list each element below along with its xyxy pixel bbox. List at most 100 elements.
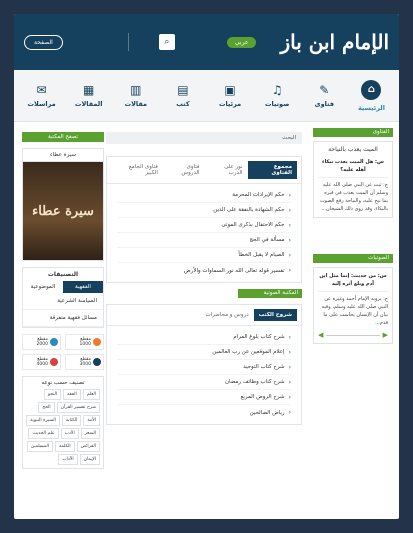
- tag-item[interactable]: الفقه: [63, 389, 81, 400]
- tag-item[interactable]: السيرة النبوية: [26, 415, 60, 426]
- chevron-left-icon: ‹: [288, 206, 291, 214]
- list-item-label: الصيام لا يقبل الخطأ: [238, 252, 285, 258]
- fatwa-section-bar: الفتاوى: [313, 128, 393, 137]
- fatwa-answer: ج: ثبت عن النبي صلى الله عليه وسلم أن ال…: [320, 182, 388, 212]
- audio-card[interactable]: س: من حديث: إنما مثل ابن آدم وبلغ أثره إ…: [313, 267, 393, 344]
- tag-item[interactable]: الآداب: [58, 454, 78, 465]
- lessons-panel: شروح الكتب دروس و محاضرات ‹ شرح كتاب بلوغ …: [106, 304, 302, 425]
- chevron-left-icon: ‹: [288, 393, 291, 401]
- header-divider: [127, 33, 129, 51]
- fatwa-list: ‹ حكم الإيرادات المحرمة ‹ حكم الشهادة بالنف…: [107, 184, 301, 282]
- list-item[interactable]: ‹ حكم الشهادة بالنفقة على الدين: [117, 203, 291, 218]
- nav-item-6[interactable]: ▦ المقالات: [71, 84, 107, 108]
- tag-item[interactable]: النحو: [43, 389, 62, 400]
- stat-item: مقطع 1000: [65, 334, 104, 350]
- stat-label: مقطع 4000: [36, 357, 48, 367]
- list-item[interactable]: ‹ شرح كتاب وظائف رمضان: [117, 375, 291, 390]
- breadcrumb: البحث: [106, 132, 302, 144]
- tag-item[interactable]: علم الحديث: [28, 428, 59, 439]
- article-icon: ▥: [130, 82, 142, 97]
- language-selector[interactable]: عربي: [226, 36, 257, 48]
- list-item-label: تفسير قوله تعالى الله نور السماوات والأر…: [184, 267, 285, 274]
- stat-icon: [93, 338, 101, 346]
- fatwa-title[interactable]: الميت يعذب بالنياحة: [318, 146, 388, 154]
- chevron-left-icon: ‹: [288, 191, 291, 199]
- nav-item-3[interactable]: ▣ مرئيات: [212, 84, 248, 108]
- nav-item-label: الرئيسية: [357, 103, 385, 112]
- book-icon: ▤: [177, 82, 189, 97]
- tag-item[interactable]: الأمة: [83, 415, 100, 426]
- tag-item[interactable]: الإيمان: [79, 454, 100, 465]
- categories-box: التصنيفات الفقهية الموضوعية السياسة الشرع…: [22, 267, 104, 328]
- tag-item[interactable]: الحج: [38, 402, 55, 413]
- nav-item-label: كتب: [176, 99, 190, 108]
- list-item[interactable]: ‹ شرح كتاب التوحيد: [117, 360, 291, 375]
- categories-title: التصنيفات: [47, 271, 79, 278]
- audio-question: س: من حديث: إنما مثل ابن آدم وبلغ أثره إ…: [318, 272, 388, 292]
- tag-item[interactable]: الأدب: [60, 428, 79, 439]
- tab-3[interactable]: فتاوى الجامع الكبير: [111, 161, 163, 179]
- volume-icon[interactable]: ◀: [318, 331, 323, 339]
- right-column: الفتاوى الميت يعذب بالنياحة س: هل الميت …: [313, 128, 393, 344]
- list-item-label: حكم الشهادة بالنفقة على الدين: [213, 207, 285, 213]
- left-column: تصفح المكتبة سيرة عطاء سيرة عطاء التصنيف…: [22, 132, 104, 469]
- tab-1[interactable]: نور على الدرب: [205, 161, 248, 179]
- category-tab-1[interactable]: الموضوعية: [23, 281, 63, 293]
- stat-label: مقطع 2000: [36, 337, 48, 347]
- list-item[interactable]: ‹ حكم الإيرادات المحرمة: [117, 188, 291, 203]
- tab-0[interactable]: شروح الكتب: [253, 309, 297, 321]
- list-item[interactable]: ‹ شرح الروض المربع: [117, 390, 291, 405]
- tag-item[interactable]: العلم: [82, 389, 100, 400]
- tab-0[interactable]: مجموع الفتاوى: [247, 161, 297, 179]
- list-item-label: شرح كتاب وظائف رمضان: [225, 379, 285, 385]
- tab-1[interactable]: دروس و محاضرات: [200, 309, 253, 321]
- tag-item[interactable]: الشعر: [80, 428, 100, 439]
- tag-item[interactable]: الكلمة: [54, 441, 75, 452]
- nav-item-7[interactable]: ✉ مراسلات: [24, 84, 60, 108]
- tab-2[interactable]: فتاوى الدروس: [163, 161, 205, 179]
- site-logo[interactable]: الإمام ابن باز: [280, 30, 390, 54]
- list-item[interactable]: ‹ شرح كتاب بلوغ المرام: [117, 330, 291, 345]
- lessons-tabs: شروح الكتب دروس و محاضرات: [107, 305, 301, 326]
- category-tab-0[interactable]: الفقهية: [63, 281, 103, 293]
- book-cover[interactable]: سيرة عطاء: [22, 161, 104, 261]
- audio-library-bar[interactable]: المكتبة الصوتية: [238, 289, 302, 298]
- list-item[interactable]: ‹ رياض الصالحين: [117, 405, 291, 420]
- category-item[interactable]: السياسة الشرعية: [23, 293, 103, 310]
- nav-item-0[interactable]: ⌂ الرئيسية: [353, 79, 389, 112]
- tag-item[interactable]: الكتابة: [61, 415, 82, 426]
- list-item[interactable]: ‹ تفسير قوله تعالى الله نور السماوات والأ…: [117, 263, 291, 278]
- nav-item-2[interactable]: ♫ صوتيات: [259, 84, 295, 108]
- list-item[interactable]: ‹ إعلام الموقعين عن رب العالمين: [117, 345, 291, 360]
- home-button[interactable]: الصفحة: [24, 34, 63, 50]
- page-icon: ▦: [83, 82, 95, 97]
- browse-library-button[interactable]: تصفح المكتبة: [22, 132, 104, 142]
- nav-item-5[interactable]: ▥ مقالات: [118, 84, 154, 108]
- nav-item-label: مرئيات: [219, 99, 242, 108]
- fatwa-card[interactable]: الميت يعذب بالنياحة س: هل الميت يعذب ببك…: [313, 141, 393, 218]
- chevron-left-icon: ‹: [288, 378, 291, 386]
- category-item[interactable]: مسائل فقهية متفرقة: [23, 310, 103, 327]
- search-button[interactable]: ⌕: [158, 34, 175, 50]
- stat-label: مقطع 3000: [79, 357, 91, 367]
- list-item[interactable]: ‹ مسألة في الحج: [117, 233, 291, 248]
- nav-item-4[interactable]: ▤ كتب: [165, 84, 201, 108]
- stat-item: مقطع 3000: [65, 354, 104, 370]
- mail-icon: ✉: [36, 82, 47, 97]
- tag-item[interactable]: المسلمين: [26, 441, 53, 452]
- audio-progress[interactable]: [326, 334, 380, 336]
- audio-player[interactable]: ▶ ◀: [318, 331, 388, 339]
- tags-box: تصنيف حسب نوعه العلم الفقه النحو شرح تفسير …: [22, 376, 104, 469]
- list-item-label: شرح الروض المربع: [240, 394, 285, 400]
- tag-item[interactable]: شرح تفسير القرآن: [56, 402, 100, 413]
- nav-item-1[interactable]: ✎ فتاوى: [306, 84, 342, 108]
- stat-label: مقطع 1000: [79, 337, 91, 347]
- list-item-label: شرح كتاب التوحيد: [243, 364, 285, 370]
- stat-icon: [50, 338, 58, 346]
- list-item[interactable]: ‹ حكم الاحتفال بذكرى الموتى: [117, 218, 291, 233]
- center-column: مجموع الفتاوى نور على الدرب فتاوى الدروس فت…: [106, 156, 302, 431]
- play-icon[interactable]: ▶: [383, 331, 388, 339]
- list-item[interactable]: ‹ الصيام لا يقبل الخطأ: [117, 248, 291, 263]
- tag-item[interactable]: الفرائض: [76, 441, 100, 452]
- stat-icon: [93, 358, 101, 366]
